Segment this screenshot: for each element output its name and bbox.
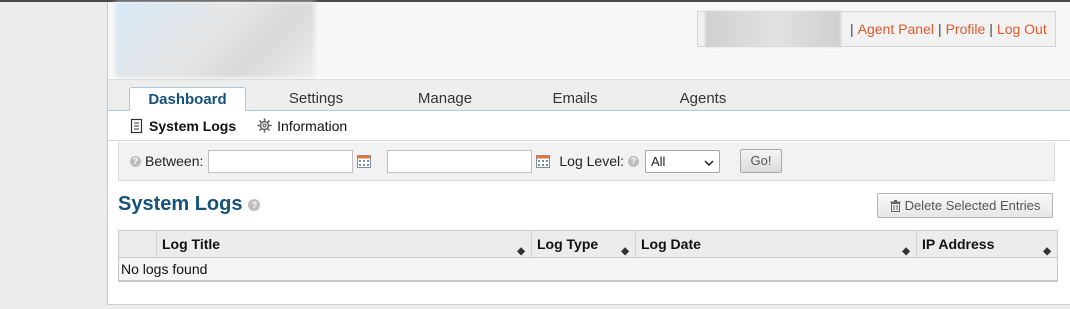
logout-link[interactable]: Log Out	[997, 21, 1047, 37]
sort-icon: ◆	[621, 246, 629, 257]
between-label: Between:	[145, 153, 204, 169]
page-title: System Logs ?	[118, 193, 261, 216]
profile-link[interactable]: Profile	[946, 21, 986, 37]
subnav-label: System Logs	[149, 117, 237, 134]
document-icon	[130, 118, 144, 134]
column-header-ip-address[interactable]: IP Address ◆	[917, 231, 1057, 257]
agent-panel-link[interactable]: Agent Panel	[858, 21, 934, 37]
sort-icon: ◆	[1043, 246, 1051, 257]
link-separator: |	[850, 21, 854, 37]
user-bar: | Agent Panel | Profile | Log Out	[697, 11, 1056, 47]
log-level-select[interactable]: All	[644, 149, 720, 173]
subnav-label: Information	[277, 117, 348, 134]
sort-icon: ◆	[517, 246, 525, 257]
column-header-log-type[interactable]: Log Type ◆	[532, 231, 636, 257]
link-separator: |	[937, 21, 942, 37]
page-title-text: System Logs	[118, 193, 243, 215]
header: | Agent Panel | Profile | Log Out	[108, 2, 1070, 78]
tab-settings[interactable]: Settings	[266, 87, 366, 112]
main-tabs: Dashboard Settings Manage Emails Agents	[108, 79, 1070, 112]
user-links: | Agent Panel | Profile | Log Out	[846, 21, 1047, 37]
delete-selected-button[interactable]: Delete Selected Entries	[877, 193, 1053, 218]
link-separator: |	[989, 21, 993, 37]
column-label: Log Type	[537, 236, 599, 252]
table-header: Log Title ◆ Log Type ◆ Log Date ◆ IP Add…	[119, 231, 1057, 258]
tab-agents[interactable]: Agents	[653, 87, 753, 112]
site-logo[interactable]	[115, 2, 315, 78]
delete-selected-label: Delete Selected Entries	[904, 198, 1041, 213]
help-icon[interactable]: ?	[248, 198, 261, 211]
column-header-log-title[interactable]: Log Title ◆	[157, 231, 532, 257]
calendar-icon[interactable]	[536, 154, 551, 168]
gear-icon	[257, 118, 272, 133]
sub-navigation: System Logs Information	[108, 111, 1070, 141]
column-label: Log Date	[641, 236, 701, 252]
empty-message-row: No logs found	[119, 258, 1057, 281]
column-label: Log Title	[162, 236, 221, 252]
subnav-system-logs[interactable]: System Logs	[130, 118, 236, 134]
go-button[interactable]: Go!	[739, 149, 782, 173]
column-header-log-date[interactable]: Log Date ◆	[636, 231, 917, 257]
main-page: | Agent Panel | Profile | Log Out Dashboard S…	[107, 2, 1070, 304]
tab-dashboard[interactable]: Dashboard	[129, 87, 246, 112]
column-label: IP Address	[922, 236, 995, 252]
user-name-redacted	[705, 11, 841, 47]
subnav-information[interactable]: Information	[257, 118, 347, 134]
help-icon[interactable]: ?	[130, 155, 141, 167]
calendar-icon[interactable]	[357, 154, 372, 168]
chevron-down-icon	[704, 154, 714, 169]
log-filter-bar: ? Between: Log Level: ? All Go!	[118, 142, 1055, 181]
end-date-input[interactable]	[387, 149, 533, 173]
logs-table: Log Title ◆ Log Type ◆ Log Date ◆ IP Add…	[118, 230, 1058, 282]
sort-icon: ◆	[902, 246, 910, 257]
log-level-label: Log Level:	[559, 153, 624, 169]
tab-emails[interactable]: Emails	[525, 87, 625, 112]
log-level-value: All	[650, 153, 666, 169]
tab-manage[interactable]: Manage	[395, 87, 495, 112]
trash-icon	[890, 199, 901, 212]
select-column-header[interactable]	[119, 231, 157, 257]
start-date-input[interactable]	[208, 149, 354, 173]
help-icon[interactable]: ?	[627, 155, 639, 167]
